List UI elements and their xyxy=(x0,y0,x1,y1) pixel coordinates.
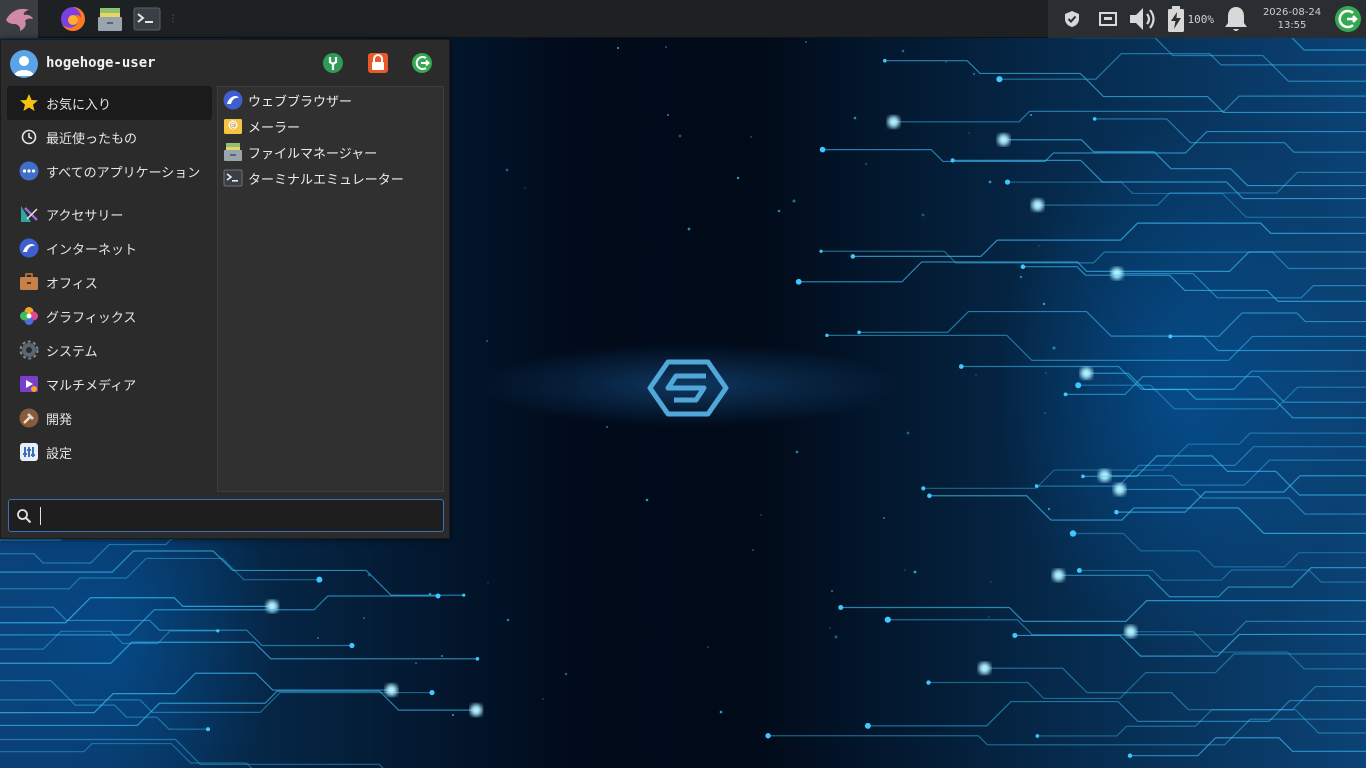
category-label: マルチメディア xyxy=(46,378,137,394)
internet-icon xyxy=(19,238,39,258)
terminal-launcher[interactable] xyxy=(129,1,165,37)
speaker-volume-icon xyxy=(1129,8,1155,30)
clock[interactable]: 2026-08-24 13:55 xyxy=(1254,6,1330,32)
eagle-logo-icon xyxy=(6,8,33,31)
terminal-icon xyxy=(133,7,161,30)
category-list: お気に入り 最近使ったもの すべてのアプリケーション アクセサリー インターネッ… xyxy=(7,86,212,469)
menu-header: hogehoge-user xyxy=(1,40,449,86)
battery-percentage: 100% xyxy=(1187,12,1215,26)
category-label: お気に入り xyxy=(46,97,112,113)
category-recent[interactable]: 最近使ったもの xyxy=(7,120,212,154)
logout-icon xyxy=(412,53,432,73)
file-manager-launcher[interactable] xyxy=(92,1,128,37)
applications-menu-button[interactable] xyxy=(0,0,38,38)
category-multimedia[interactable]: マルチメディア xyxy=(7,367,212,401)
username-label: hogehoge-user xyxy=(46,55,156,71)
application-menu: hogehoge-user お気に入り 最近使ったもの すべてのアプリケーション… xyxy=(0,39,450,539)
lock-icon xyxy=(368,53,388,73)
firefox-icon xyxy=(61,6,85,31)
category-label: インターネット xyxy=(46,242,138,258)
category-favorites[interactable]: お気に入り xyxy=(7,86,212,120)
mail-icon: @ xyxy=(223,116,243,136)
category-label: 開発 xyxy=(46,412,73,428)
file-manager-icon xyxy=(223,142,243,162)
file-cabinet-icon xyxy=(98,7,122,31)
panel-separator-handle[interactable]: ⋮ xyxy=(169,9,178,29)
distro-logo xyxy=(646,356,730,424)
top-panel: ⋮ 100% 2026-08-24 13:55 xyxy=(0,0,1366,38)
category-label: 設定 xyxy=(46,446,73,462)
development-icon xyxy=(19,408,39,428)
multimedia-icon xyxy=(19,374,39,394)
category-system[interactable]: システム xyxy=(7,333,212,367)
category-label: システム xyxy=(46,344,98,360)
search-input[interactable] xyxy=(41,501,443,530)
notifications-button[interactable] xyxy=(1218,0,1254,38)
svg-text:@: @ xyxy=(230,122,237,130)
dots-icon xyxy=(19,161,39,181)
user-icon xyxy=(14,56,34,76)
app-terminal-emulator[interactable]: ターミナルエミュレーター xyxy=(218,165,443,191)
network-wired-icon xyxy=(1098,12,1117,26)
app-label: ターミナルエミュレーター xyxy=(248,172,404,188)
category-office[interactable]: オフィス xyxy=(7,265,212,299)
logout-icon xyxy=(1335,6,1361,32)
shield-icon xyxy=(1064,11,1079,27)
app-web-browser[interactable]: ウェブブラウザー xyxy=(218,87,443,113)
category-accessories[interactable]: アクセサリー xyxy=(7,197,212,231)
volume-button[interactable] xyxy=(1126,0,1162,38)
category-label: オフィス xyxy=(46,276,98,292)
user-avatar[interactable] xyxy=(10,50,38,78)
category-label: アクセサリー xyxy=(46,208,124,224)
category-internet[interactable]: インターネット xyxy=(7,231,212,265)
category-all-applications[interactable]: すべてのアプリケーション xyxy=(7,154,212,188)
settings-manager-button[interactable] xyxy=(321,51,345,75)
star-icon xyxy=(19,93,39,113)
category-label: すべてのアプリケーション xyxy=(46,165,201,181)
firefox-launcher[interactable] xyxy=(55,1,91,37)
lock-screen-button[interactable] xyxy=(366,51,390,75)
clock-time: 13:55 xyxy=(1277,20,1307,31)
accessories-icon xyxy=(19,204,39,224)
category-graphics[interactable]: グラフィックス xyxy=(7,299,212,333)
search-box[interactable] xyxy=(8,499,444,532)
clock-icon xyxy=(19,127,39,147)
wrench-settings-icon xyxy=(323,53,343,73)
battery-charging-icon xyxy=(1167,6,1184,32)
office-icon xyxy=(19,272,39,292)
settings-icon xyxy=(19,442,39,462)
application-list: ウェブブラウザー @ メーラー ファイルマネージャー ターミナルエミュレーター xyxy=(217,86,444,492)
category-label: グラフィックス xyxy=(46,310,137,326)
category-label: 最近使ったもの xyxy=(46,131,138,147)
search-icon xyxy=(9,508,39,524)
log-out-button[interactable] xyxy=(410,51,434,75)
system-icon xyxy=(19,340,39,360)
session-logout-button[interactable] xyxy=(1330,0,1366,38)
app-label: ファイルマネージャー xyxy=(248,146,378,162)
system-tray: 100% 2026-08-24 13:55 xyxy=(1047,0,1366,38)
web-browser-icon xyxy=(223,90,243,110)
security-shield-button[interactable] xyxy=(1054,0,1090,38)
network-button[interactable] xyxy=(1090,0,1126,38)
category-development[interactable]: 開発 xyxy=(7,401,212,435)
app-label: ウェブブラウザー xyxy=(248,94,353,110)
bell-icon xyxy=(1225,7,1247,31)
graphics-icon xyxy=(19,306,39,326)
app-label: メーラー xyxy=(248,120,301,136)
terminal-icon xyxy=(223,168,243,188)
category-settings[interactable]: 設定 xyxy=(7,435,212,469)
app-file-manager[interactable]: ファイルマネージャー xyxy=(218,139,443,165)
battery-button[interactable] xyxy=(1162,0,1190,38)
app-mailer[interactable]: @ メーラー xyxy=(218,113,443,139)
clock-date: 2026-08-24 xyxy=(1262,7,1322,18)
